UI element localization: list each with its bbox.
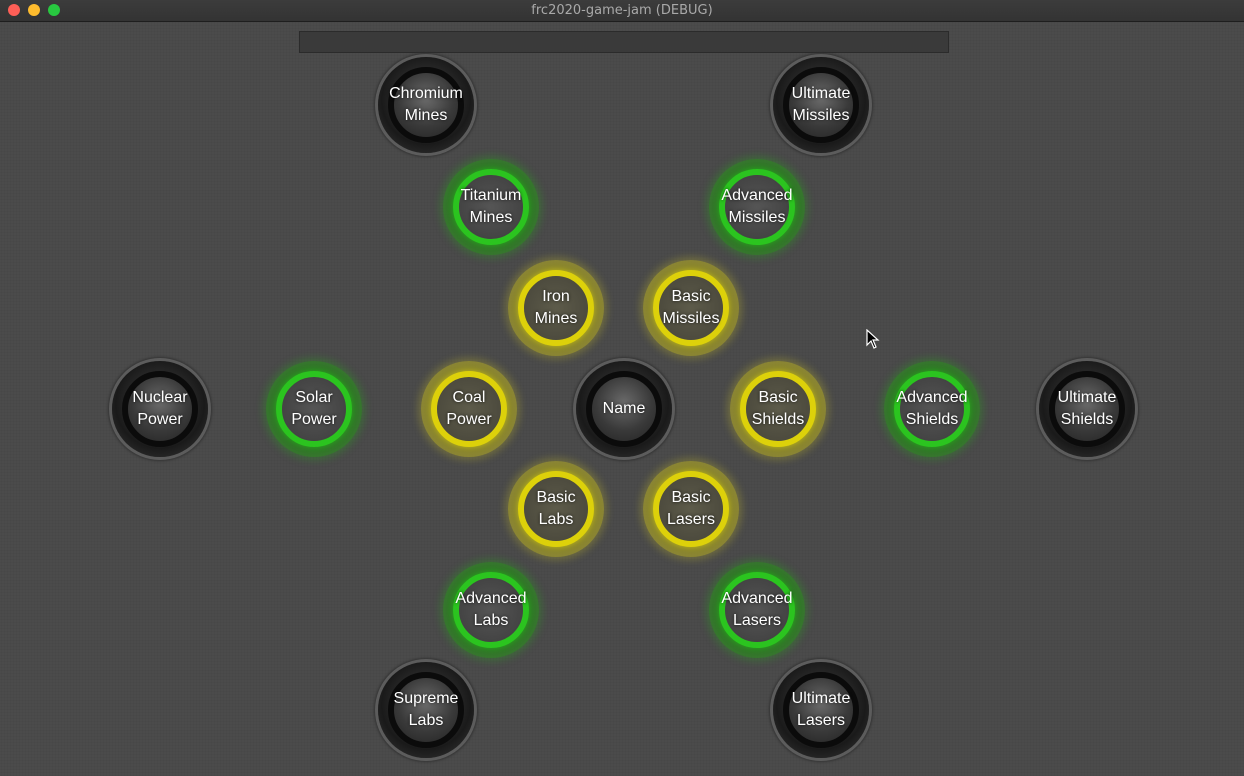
tech-node-label: Name (602, 400, 646, 417)
title-bar: frc2020-game-jam (DEBUG) (0, 0, 1244, 22)
tech-node-iron-mines[interactable]: Iron Mines (508, 260, 604, 356)
tech-node-label: Advanced Labs (455, 590, 527, 629)
tech-node-basic-missiles[interactable]: Basic Missiles (643, 260, 739, 356)
tech-node-advanced-lasers[interactable]: Advanced Lasers (709, 562, 805, 658)
tech-node-label: Solar Power (291, 389, 337, 428)
tech-node-solar-power[interactable]: Solar Power (266, 361, 362, 457)
tech-node-basic-labs[interactable]: Basic Labs (508, 461, 604, 557)
tech-node-label: Basic Lasers (666, 489, 716, 528)
tech-node-nuclear-power[interactable]: Nuclear Power (112, 361, 208, 457)
tech-node-label: Nuclear Power (132, 389, 188, 428)
tech-node-supreme-labs[interactable]: Supreme Labs (378, 662, 474, 758)
tech-node-ultimate-shields[interactable]: Ultimate Shields (1039, 361, 1135, 457)
tech-node-label: Iron Mines (534, 288, 578, 327)
tech-node-coal-power[interactable]: Coal Power (421, 361, 517, 457)
window-title: frc2020-game-jam (DEBUG) (531, 3, 713, 18)
tech-node-basic-lasers[interactable]: Basic Lasers (643, 461, 739, 557)
tech-node-label: Basic Shields (751, 389, 805, 428)
tech-node-titanium-mines[interactable]: Titanium Mines (443, 159, 539, 255)
tech-node-label: Ultimate Lasers (791, 690, 851, 729)
top-status-bar (299, 31, 949, 53)
tech-node-advanced-shields[interactable]: Advanced Shields (884, 361, 980, 457)
tech-node-label: Coal Power (446, 389, 492, 428)
tech-node-label: Advanced Shields (896, 389, 968, 428)
tech-node-label: Ultimate Missiles (791, 85, 851, 124)
tech-node-center[interactable]: Name (576, 361, 672, 457)
tech-node-label: Ultimate Shields (1057, 389, 1117, 428)
tech-node-label: Supreme Labs (393, 690, 459, 729)
tech-node-advanced-missiles[interactable]: Advanced Missiles (709, 159, 805, 255)
tech-node-label: Advanced Missiles (721, 187, 793, 226)
tech-node-chromium-mines[interactable]: Chromium Mines (378, 57, 474, 153)
tech-node-basic-shields[interactable]: Basic Shields (730, 361, 826, 457)
tech-node-advanced-labs[interactable]: Advanced Labs (443, 562, 539, 658)
tech-node-label: Basic Labs (536, 489, 576, 528)
tech-node-label: Titanium Mines (460, 187, 522, 226)
tech-node-ultimate-lasers[interactable]: Ultimate Lasers (773, 662, 869, 758)
tech-node-label: Chromium Mines (389, 85, 463, 124)
game-window: frc2020-game-jam (DEBUG) Name Chromium M… (0, 0, 1244, 776)
mouse-cursor-icon (866, 329, 880, 349)
tech-node-label: Advanced Lasers (721, 590, 793, 629)
tech-node-ultimate-missiles[interactable]: Ultimate Missiles (773, 57, 869, 153)
tech-node-label: Basic Missiles (662, 288, 720, 327)
